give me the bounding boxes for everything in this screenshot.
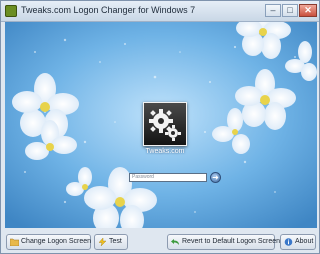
app-icon xyxy=(5,5,17,17)
minimize-button[interactable]: – xyxy=(265,4,281,17)
logon-preview: Tweaks.com Password ➜ xyxy=(5,22,317,228)
maximize-button[interactable]: □ xyxy=(282,4,298,17)
revert-default-label: Revert to Default Logon Screen xyxy=(182,238,281,245)
change-logon-screen-button[interactable]: Change Logon Screen xyxy=(6,234,91,250)
folder-icon xyxy=(10,238,19,246)
app-window: Tweaks.com Logon Changer for Windows 7 –… xyxy=(0,0,320,254)
arrow-right-icon[interactable]: ➜ xyxy=(210,172,221,183)
revert-default-button[interactable]: Revert to Default Logon Screen xyxy=(167,234,280,250)
window-title: Tweaks.com Logon Changer for Windows 7 xyxy=(21,5,196,15)
about-button[interactable]: About xyxy=(280,234,316,250)
gear-icon xyxy=(149,109,181,141)
test-label: Test xyxy=(109,238,122,245)
close-button[interactable]: ✕ xyxy=(299,4,317,17)
username-label: Tweaks.com xyxy=(145,148,185,155)
lightning-icon xyxy=(98,238,107,246)
about-label: About xyxy=(295,238,314,245)
undo-icon xyxy=(171,239,179,245)
password-field[interactable]: Password xyxy=(129,173,207,182)
user-tile xyxy=(143,102,187,146)
test-button[interactable]: Test xyxy=(94,234,128,250)
change-logon-screen-label: Change Logon Screen xyxy=(21,238,92,245)
title-bar: Tweaks.com Logon Changer for Windows 7 –… xyxy=(1,1,319,22)
info-icon xyxy=(284,238,293,246)
